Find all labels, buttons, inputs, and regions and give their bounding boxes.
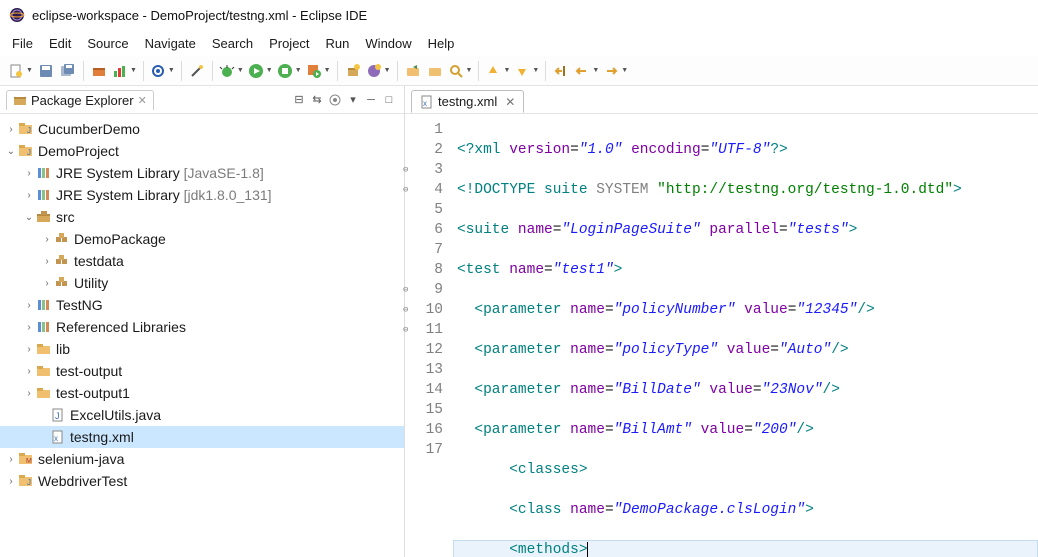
project-icon: J xyxy=(18,143,34,159)
svg-text:J: J xyxy=(55,411,60,421)
menu-window[interactable]: Window xyxy=(357,34,419,53)
svg-text:J: J xyxy=(27,478,31,487)
tree-item-testng[interactable]: ›TestNG xyxy=(0,294,404,316)
source-folder-icon xyxy=(36,209,52,225)
last-edit-button[interactable] xyxy=(550,60,572,82)
tree-item-excelutils[interactable]: JExcelUtils.java xyxy=(0,404,404,426)
view-menu-button[interactable]: ▾ xyxy=(344,91,362,109)
tree-item-webdrivertest[interactable]: ›JWebdriverTest xyxy=(0,470,404,492)
search-button[interactable]: ▼ xyxy=(446,60,475,82)
package-explorer-view: Package Explorer ✕ ⊟ ⇆ ▾ ─ □ ›JCucumberD… xyxy=(0,86,405,557)
open-type-button[interactable] xyxy=(402,60,424,82)
code-content[interactable]: <?xml version="1.0" encoding="UTF-8"?> <… xyxy=(453,114,1038,557)
package-tree[interactable]: ›JCucumberDemo ⌄JDemoProject ›JRE System… xyxy=(0,114,404,557)
tree-item-src[interactable]: ⌄src xyxy=(0,206,404,228)
run-last-button[interactable]: ▼ xyxy=(275,60,304,82)
xml-file-icon: x xyxy=(420,95,434,109)
editor-tab-testngxml[interactable]: x testng.xml ✕ xyxy=(411,90,524,113)
tree-item-utility[interactable]: ›Utility xyxy=(0,272,404,294)
xml-file-icon: x xyxy=(50,429,66,445)
line-gutter: 1234 5678 9101112 1314151617 xyxy=(405,114,453,557)
tree-item-jre1[interactable]: ›JRE System Library [JavaSE-1.8] xyxy=(0,162,404,184)
tree-item-testoutput[interactable]: ›test-output xyxy=(0,360,404,382)
tree-item-lib[interactable]: ›lib xyxy=(0,338,404,360)
new-package-button[interactable] xyxy=(342,60,364,82)
wand-button[interactable] xyxy=(186,60,208,82)
minimize-view-button[interactable]: ─ xyxy=(362,91,380,109)
menu-edit[interactable]: Edit xyxy=(41,34,79,53)
menu-project[interactable]: Project xyxy=(261,34,317,53)
link-editor-button[interactable]: ⇆ xyxy=(308,91,326,109)
new-button[interactable]: ▼ xyxy=(6,60,35,82)
tree-item-testdata[interactable]: ›testdata xyxy=(0,250,404,272)
editor-tab-label: testng.xml xyxy=(438,94,497,109)
next-annotation-button[interactable]: ▼ xyxy=(512,60,541,82)
library-icon xyxy=(36,187,52,203)
folder-icon xyxy=(36,341,52,357)
library-icon xyxy=(36,165,52,181)
main-toolbar: ▼ ▼ ▼ ▼ ▼ ▼ ▼ ▼ ▼ ▼ ▼ ▼ ▼ xyxy=(0,56,1038,86)
tree-item-jre2[interactable]: ›JRE System Library [jdk1.8.0_131] xyxy=(0,184,404,206)
save-button[interactable] xyxy=(35,60,57,82)
java-file-icon: J xyxy=(50,407,66,423)
svg-text:x: x xyxy=(423,99,427,108)
back-button[interactable]: ▼ xyxy=(572,60,601,82)
tree-item-demoproject[interactable]: ⌄JDemoProject xyxy=(0,140,404,162)
tree-item-seleniumjava[interactable]: ›Mselenium-java xyxy=(0,448,404,470)
maven-project-icon: M xyxy=(18,451,34,467)
package-explorer-title: Package Explorer xyxy=(31,93,134,108)
pin-icon: ✕ xyxy=(138,94,147,107)
eclipse-logo-icon xyxy=(8,6,26,24)
menu-search[interactable]: Search xyxy=(204,34,261,53)
tree-item-reflibs[interactable]: ›Referenced Libraries xyxy=(0,316,404,338)
editor-area: x testng.xml ✕ 1234 5678 9101112 1314151… xyxy=(405,86,1038,557)
menu-navigate[interactable]: Navigate xyxy=(137,34,204,53)
svg-text:x: x xyxy=(54,434,58,443)
collapse-all-button[interactable]: ⊟ xyxy=(290,91,308,109)
prev-annotation-button[interactable]: ▼ xyxy=(483,60,512,82)
focus-task-button[interactable] xyxy=(326,91,344,109)
external-tools-button[interactable]: ▼ xyxy=(304,60,333,82)
library-icon xyxy=(36,297,52,313)
tree-item-testngxml[interactable]: xtestng.xml xyxy=(0,426,404,448)
project-icon: J xyxy=(18,121,34,137)
menubar: File Edit Source Navigate Search Project… xyxy=(0,30,1038,56)
build-button[interactable] xyxy=(88,60,110,82)
maximize-view-button[interactable]: □ xyxy=(380,91,398,109)
run-button[interactable]: ▼ xyxy=(246,60,275,82)
project-icon: J xyxy=(18,473,34,489)
skip-breakpoints-button[interactable]: ▼ xyxy=(148,60,177,82)
save-all-button[interactable] xyxy=(57,60,79,82)
menu-run[interactable]: Run xyxy=(318,34,358,53)
coverage-button[interactable]: ▼ xyxy=(110,60,139,82)
menu-file[interactable]: File xyxy=(4,34,41,53)
forward-button[interactable]: ▼ xyxy=(601,60,630,82)
package-icon xyxy=(54,231,70,247)
code-editor[interactable]: 1234 5678 9101112 1314151617 <?xml versi… xyxy=(405,114,1038,557)
svg-text:J: J xyxy=(27,126,31,135)
window-title: eclipse-workspace - DemoProject/testng.x… xyxy=(32,8,367,23)
titlebar: eclipse-workspace - DemoProject/testng.x… xyxy=(0,0,1038,30)
svg-text:J: J xyxy=(27,148,31,157)
package-icon xyxy=(54,253,70,269)
menu-source[interactable]: Source xyxy=(79,34,136,53)
library-icon xyxy=(36,319,52,335)
open-task-button[interactable] xyxy=(424,60,446,82)
svg-text:M: M xyxy=(26,458,32,465)
menu-help[interactable]: Help xyxy=(420,34,463,53)
tree-item-testoutput1[interactable]: ›test-output1 xyxy=(0,382,404,404)
package-explorer-tab[interactable]: Package Explorer ✕ xyxy=(6,90,154,110)
package-icon xyxy=(54,275,70,291)
folder-icon xyxy=(36,363,52,379)
package-icon xyxy=(13,93,27,107)
folder-icon xyxy=(36,385,52,401)
tree-item-demopackage[interactable]: ›DemoPackage xyxy=(0,228,404,250)
tree-item-cucumberdemo[interactable]: ›JCucumberDemo xyxy=(0,118,404,140)
debug-button[interactable]: ▼ xyxy=(217,60,246,82)
new-type-button[interactable]: ▼ xyxy=(364,60,393,82)
close-tab-button[interactable]: ✕ xyxy=(505,95,515,109)
